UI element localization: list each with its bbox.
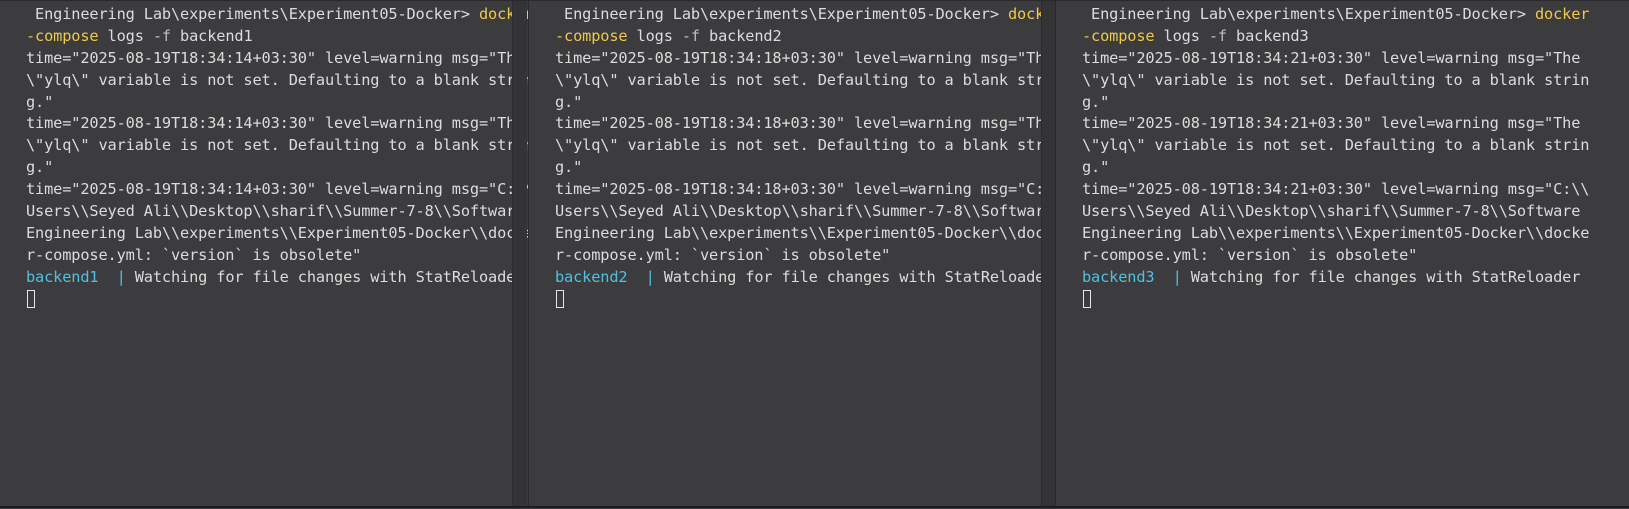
command-line-wrap: -compose logs -f backend1 xyxy=(26,26,528,48)
log-line: Engineering Lab\\experiments\\Experiment… xyxy=(555,223,1055,242)
cursor-line xyxy=(1082,289,1589,311)
pane-scrollbar[interactable] xyxy=(512,1,527,507)
log-line: \"ylq\" variable is not set. Defaulting … xyxy=(555,70,1055,89)
pane-scrollbar[interactable] xyxy=(1041,1,1055,507)
block-cursor-icon[interactable] xyxy=(556,289,564,308)
log-message: Watching for file changes with StatReloa… xyxy=(134,267,525,286)
terminal-output: Engineering Lab\experiments\Experiment05… xyxy=(26,4,528,310)
container-name-label: backend1 xyxy=(26,267,99,286)
command-name: docker xyxy=(1534,5,1590,23)
log-line: \"ylq\" variable is not set. Defaulting … xyxy=(1082,70,1590,89)
block-cursor-icon[interactable] xyxy=(27,289,35,308)
log-line: Users\\Seyed Ali\\Desktop\\sharif\\Summe… xyxy=(26,202,525,221)
log-line: r-compose.yml: `version` is obsolete" xyxy=(555,245,891,264)
log-line: Users\\Seyed Ali\\Desktop\\sharif\\Summe… xyxy=(555,202,1054,221)
log-message: Watching for file changes with StatReloa… xyxy=(1190,267,1581,286)
prompt-path: Engineering Lab\experiments\Experiment05… xyxy=(1082,5,1535,23)
command-target: backend2 xyxy=(699,26,782,45)
log-line: time="2025-08-19T18:34:18+03:30" level=w… xyxy=(555,48,1054,67)
container-log-line: backend3 | Watching for file changes wit… xyxy=(1082,267,1589,289)
container-name-padding xyxy=(98,268,116,286)
log-line: r-compose.yml: `version` is obsolete" xyxy=(1082,245,1418,264)
command-name-continued: -compose xyxy=(26,26,99,45)
command-flag: -f xyxy=(152,26,171,45)
command-line-wrap: -compose logs -f backend2 xyxy=(555,26,1055,48)
log-line: g." xyxy=(555,158,583,177)
log-line: time="2025-08-19T18:34:21+03:30" level=w… xyxy=(1082,180,1590,199)
terminal-window: Engineering Lab\experiments\Experiment05… xyxy=(0,0,1629,509)
container-name-label: backend2 xyxy=(555,267,628,286)
log-line: time="2025-08-19T18:34:18+03:30" level=w… xyxy=(555,180,1055,199)
log-line: Engineering Lab\\experiments\\Experiment… xyxy=(1082,223,1590,242)
terminal-output: Engineering Lab\experiments\Experiment05… xyxy=(1082,4,1589,310)
log-line: g." xyxy=(1082,158,1110,177)
cursor-line xyxy=(555,289,1055,311)
command-target: backend3 xyxy=(1226,26,1309,45)
terminal-pane-backend3[interactable]: Engineering Lab\experiments\Experiment05… xyxy=(1055,1,1629,507)
command-args: logs xyxy=(98,26,153,45)
log-line: r-compose.yml: `version` is obsolete" xyxy=(26,245,362,264)
block-cursor-icon[interactable] xyxy=(1083,289,1091,308)
log-line: Users\\Seyed Ali\\Desktop\\sharif\\Summe… xyxy=(1082,202,1581,221)
log-line: time="2025-08-19T18:34:18+03:30" level=w… xyxy=(555,114,1054,133)
log-line: \"ylq\" variable is not set. Defaulting … xyxy=(555,136,1055,155)
command-line: Engineering Lab\experiments\Experiment05… xyxy=(555,4,1055,26)
log-line: \"ylq\" variable is not set. Defaulting … xyxy=(26,136,528,155)
command-name-continued: -compose xyxy=(1082,26,1155,45)
pipe-separator: | xyxy=(645,267,664,286)
command-flag: -f xyxy=(1208,26,1227,45)
command-args: logs xyxy=(1154,26,1209,45)
cursor-line xyxy=(26,289,528,311)
log-line: \"ylq\" variable is not set. Defaulting … xyxy=(1082,136,1590,155)
container-name-padding xyxy=(1154,268,1172,286)
log-message: Watching for file changes with StatReloa… xyxy=(663,267,1054,286)
command-args: logs xyxy=(627,26,682,45)
terminal-pane-backend1[interactable]: Engineering Lab\experiments\Experiment05… xyxy=(0,1,528,507)
log-line: time="2025-08-19T18:34:21+03:30" level=w… xyxy=(1082,114,1581,133)
command-flag: -f xyxy=(681,26,700,45)
container-name-label: backend3 xyxy=(1082,267,1155,286)
log-line: time="2025-08-19T18:34:14+03:30" level=w… xyxy=(26,48,525,67)
command-line: Engineering Lab\experiments\Experiment05… xyxy=(1082,4,1589,26)
log-line: g." xyxy=(555,92,583,111)
log-line: time="2025-08-19T18:34:14+03:30" level=w… xyxy=(26,114,525,133)
log-line: time="2025-08-19T18:34:21+03:30" level=w… xyxy=(1082,48,1581,67)
log-line: g." xyxy=(26,158,54,177)
command-line: Engineering Lab\experiments\Experiment05… xyxy=(26,4,528,26)
prompt-path: Engineering Lab\experiments\Experiment05… xyxy=(26,5,479,23)
pipe-separator: | xyxy=(116,267,135,286)
command-target: backend1 xyxy=(170,26,253,45)
container-log-line: backend2 | Watching for file changes wit… xyxy=(555,267,1055,289)
prompt-path: Engineering Lab\experiments\Experiment05… xyxy=(555,5,1008,23)
log-line: \"ylq\" variable is not set. Defaulting … xyxy=(26,70,528,89)
terminal-output: Engineering Lab\experiments\Experiment05… xyxy=(555,4,1055,310)
log-line: g." xyxy=(26,92,54,111)
container-name-padding xyxy=(627,268,645,286)
terminal-pane-backend2[interactable]: Engineering Lab\experiments\Experiment05… xyxy=(528,1,1055,507)
log-line: Engineering Lab\\experiments\\Experiment… xyxy=(26,223,528,242)
pipe-separator: | xyxy=(1172,267,1191,286)
log-line: time="2025-08-19T18:34:14+03:30" level=w… xyxy=(26,180,528,199)
log-line: g." xyxy=(1082,92,1110,111)
container-log-line: backend1 | Watching for file changes wit… xyxy=(26,267,528,289)
command-line-wrap: -compose logs -f backend3 xyxy=(1082,26,1589,48)
command-name-continued: -compose xyxy=(555,26,628,45)
